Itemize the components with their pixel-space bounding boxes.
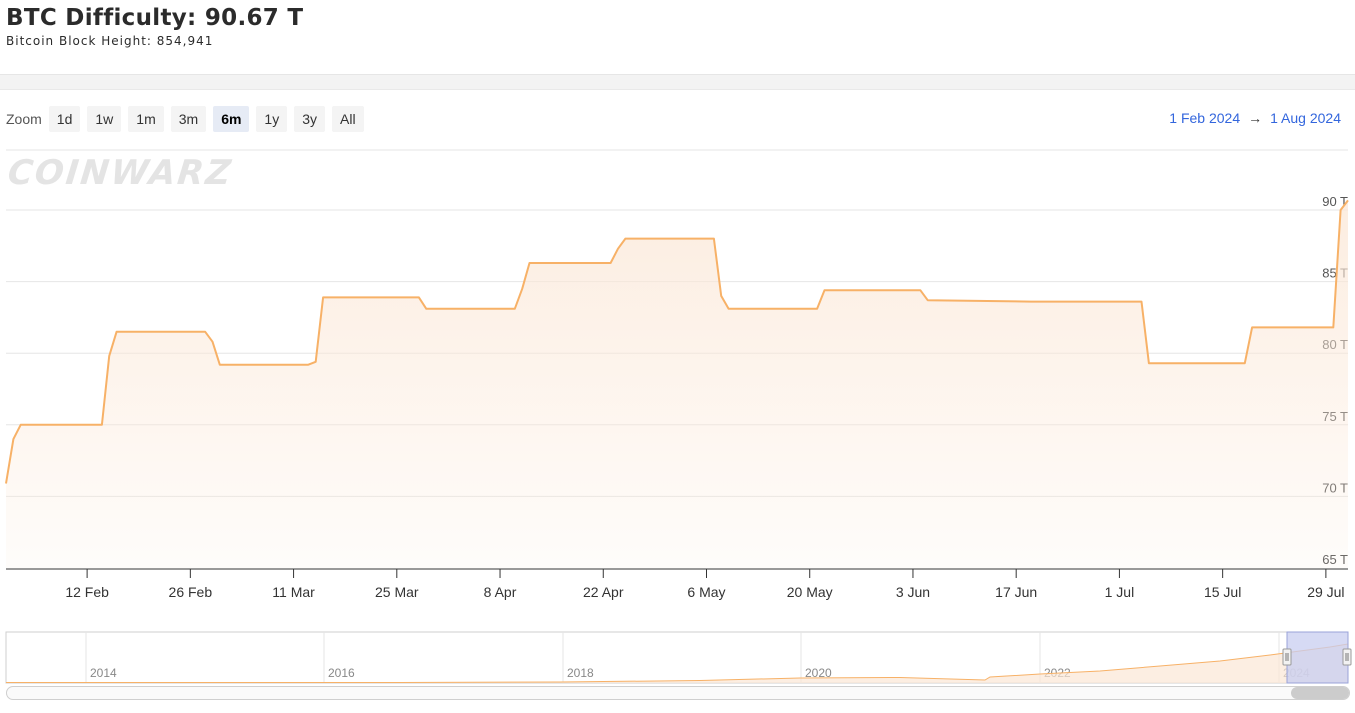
navigator-selection bbox=[1286, 631, 1349, 684]
x-tick-label: 22 Apr bbox=[583, 584, 624, 600]
difficulty-chart[interactable]: 65 T70 T75 T80 T85 T90 T12 Feb26 Feb11 M… bbox=[0, 140, 1355, 620]
range-arrow-icon: → bbox=[1248, 110, 1263, 126]
x-tick-label: 8 Apr bbox=[484, 584, 517, 600]
x-tick-label: 12 Feb bbox=[65, 584, 109, 600]
navigator-handle bbox=[1342, 648, 1352, 666]
x-tick-label: 26 Feb bbox=[169, 584, 213, 600]
date-range: 1 Feb 2024 → 1 Aug 2024 bbox=[1169, 110, 1341, 126]
range-from-input[interactable]: 1 Feb 2024 bbox=[1169, 110, 1240, 126]
scrollbar-thumb[interactable] bbox=[1291, 687, 1349, 699]
page-title: BTC Difficulty: 90.67 T bbox=[6, 5, 304, 31]
x-tick-label: 17 Jun bbox=[995, 584, 1037, 600]
x-tick-label: 25 Mar bbox=[375, 584, 419, 600]
navigator-scrollbar[interactable] bbox=[6, 686, 1350, 700]
coinwarz-logo: COINWARZ bbox=[5, 153, 235, 193]
header-divider bbox=[0, 74, 1355, 90]
range-to-input[interactable]: 1 Aug 2024 bbox=[1270, 110, 1341, 126]
navigator-year-label: 2014 bbox=[90, 666, 117, 680]
x-tick-label: 20 May bbox=[787, 584, 833, 600]
x-tick-label: 15 Jul bbox=[1204, 584, 1241, 600]
zoom-button-all[interactable]: All bbox=[332, 106, 364, 132]
zoom-selector: Zoom 1d 1w 1m 3m 6m 1y 3y All bbox=[6, 106, 371, 132]
zoom-button-3y[interactable]: 3y bbox=[294, 106, 326, 132]
navigator-year-label: 2018 bbox=[567, 666, 594, 680]
x-tick-label: 11 Mar bbox=[272, 584, 315, 600]
chart-header: BTC Difficulty: 90.67 T Bitcoin Block He… bbox=[6, 4, 303, 48]
zoom-button-3m[interactable]: 3m bbox=[170, 106, 207, 132]
zoom-button-1y[interactable]: 1y bbox=[256, 106, 288, 132]
x-tick-label: 1 Jul bbox=[1105, 584, 1135, 600]
x-tick-label: 29 Jul bbox=[1307, 584, 1344, 600]
zoom-label: Zoom bbox=[6, 111, 42, 127]
navigator-chart[interactable]: 201420162018202020222024 bbox=[0, 628, 1355, 686]
difficulty-area bbox=[6, 200, 1348, 568]
zoom-button-6m[interactable]: 6m bbox=[213, 106, 250, 132]
block-height-subtitle: Bitcoin Block Height: 854,941 bbox=[6, 34, 214, 48]
navigator-handle bbox=[1282, 648, 1292, 666]
x-tick-label: 3 Jun bbox=[896, 584, 930, 600]
x-tick-label: 6 May bbox=[687, 584, 725, 600]
zoom-button-1m[interactable]: 1m bbox=[128, 106, 164, 132]
zoom-button-1w[interactable]: 1w bbox=[87, 106, 122, 132]
zoom-button-1d[interactable]: 1d bbox=[48, 106, 81, 132]
navigator-year-label: 2016 bbox=[328, 666, 355, 680]
